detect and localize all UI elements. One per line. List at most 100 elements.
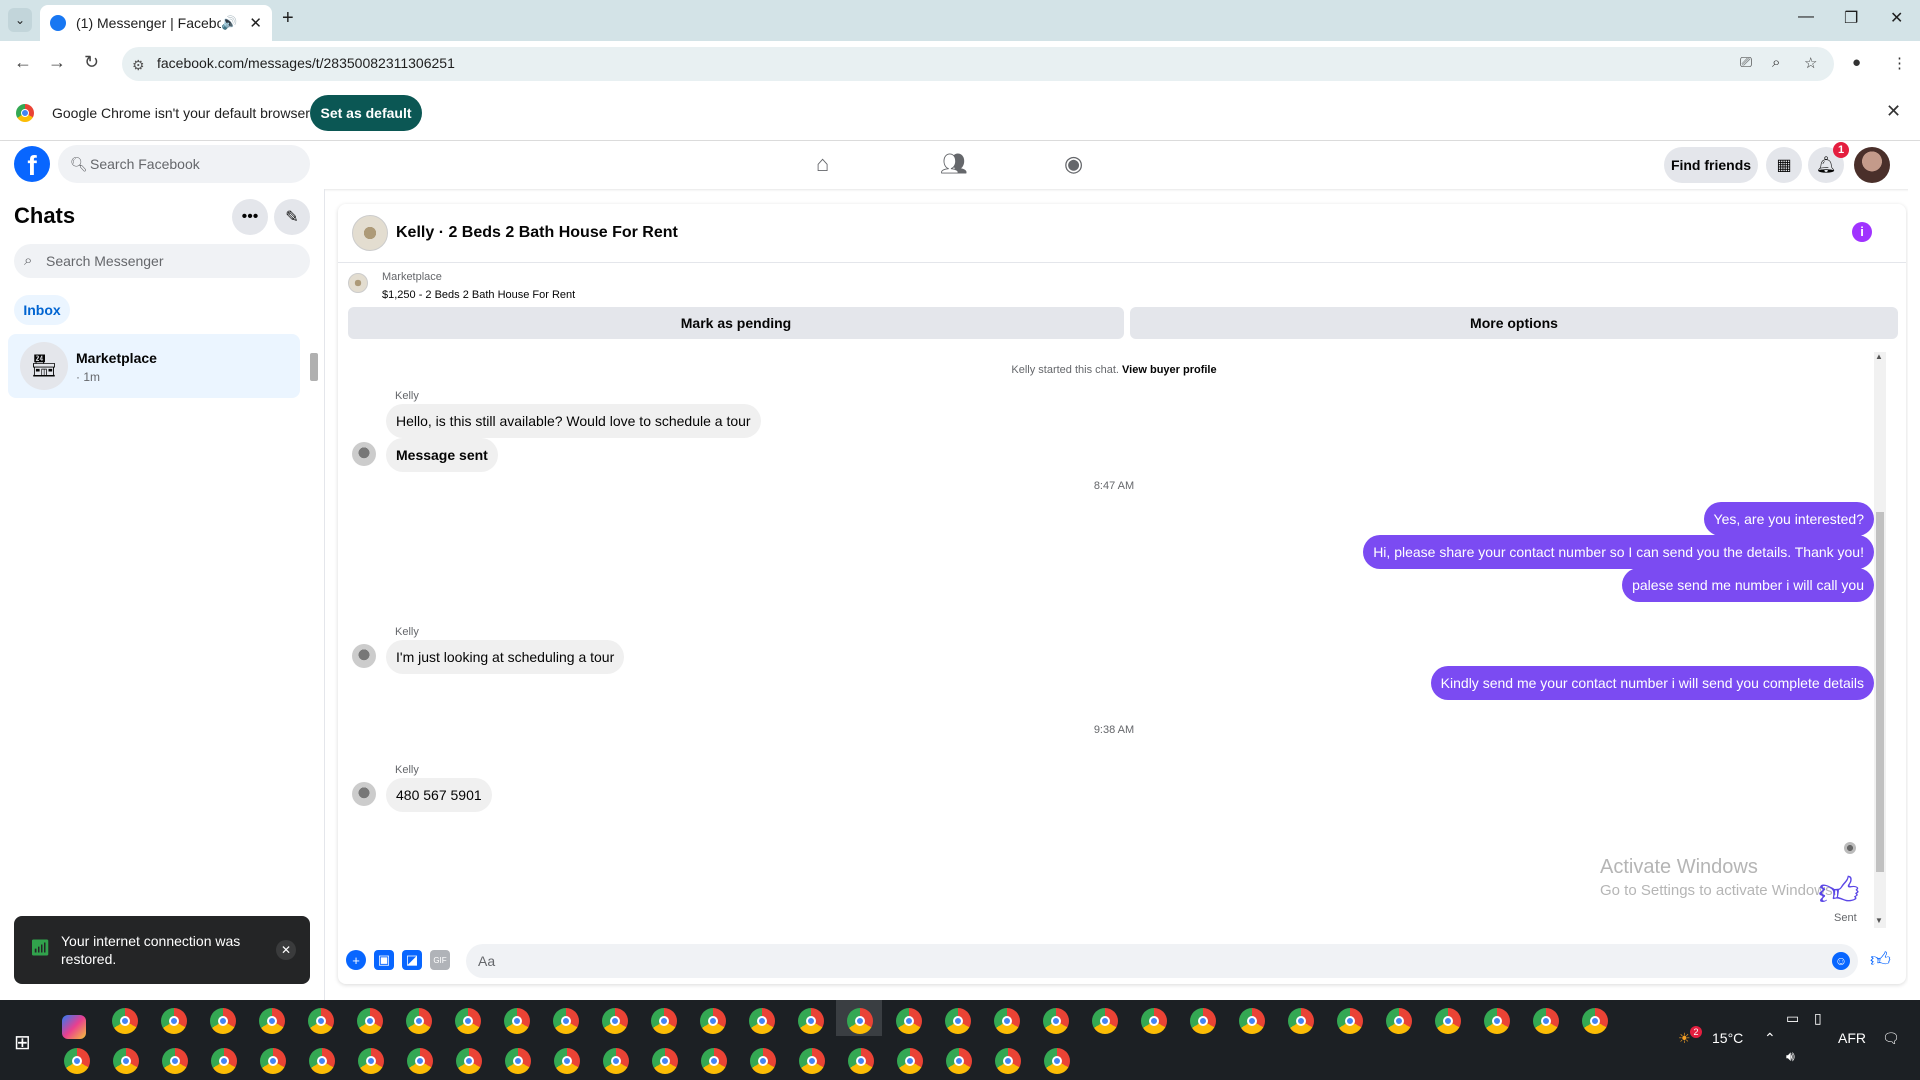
chrome-taskbar-icon[interactable] bbox=[211, 1048, 237, 1074]
chrome-taskbar-icon[interactable] bbox=[798, 1008, 824, 1034]
listing-avatar[interactable] bbox=[352, 215, 388, 251]
friends-icon[interactable]: 👥︎ bbox=[940, 151, 968, 177]
sender-avatar[interactable] bbox=[352, 442, 376, 466]
back-icon[interactable]: ← bbox=[14, 52, 32, 73]
chat-list-scrollbar[interactable] bbox=[309, 339, 319, 389]
page-scrollbar[interactable] bbox=[1908, 141, 1920, 1000]
scroll-thumb[interactable] bbox=[1876, 512, 1884, 872]
chrome-menu-icon[interactable]: ⋮ bbox=[1892, 54, 1907, 72]
facebook-search-input[interactable]: 🔍︎ Search Facebook bbox=[58, 145, 310, 183]
device-icon[interactable]: ▯ bbox=[1814, 1010, 1822, 1027]
sender-avatar[interactable] bbox=[352, 782, 376, 806]
sender-avatar[interactable] bbox=[352, 644, 376, 668]
chrome-taskbar-icon[interactable] bbox=[456, 1048, 482, 1074]
chrome-taskbar-icon[interactable] bbox=[847, 1008, 873, 1034]
chrome-taskbar-icon[interactable] bbox=[701, 1048, 727, 1074]
chat-list-item[interactable]: 🏪︎ Marketplace · 1m bbox=[8, 334, 300, 398]
chrome-taskbar-icon[interactable] bbox=[994, 1008, 1020, 1034]
chrome-taskbar-icon[interactable] bbox=[259, 1008, 285, 1034]
listing-thumbnail[interactable] bbox=[348, 273, 368, 293]
notification-center-icon[interactable]: 🗨︎ bbox=[1882, 1030, 1900, 1047]
conversation-title[interactable]: Kelly · 2 Beds 2 Bath House For Rent bbox=[396, 224, 678, 242]
chrome-taskbar-icon[interactable] bbox=[358, 1048, 384, 1074]
chrome-taskbar-icon[interactable] bbox=[1239, 1008, 1265, 1034]
network-icon[interactable]: ▭ bbox=[1786, 1010, 1799, 1027]
emoji-icon[interactable]: ☺ bbox=[1832, 952, 1850, 970]
minimize-icon[interactable]: — bbox=[1798, 8, 1814, 26]
chrome-taskbar-icon[interactable] bbox=[1044, 1048, 1070, 1074]
chrome-taskbar-icon[interactable] bbox=[1337, 1008, 1363, 1034]
chrome-taskbar-icon[interactable] bbox=[309, 1048, 335, 1074]
gif-icon[interactable]: GIF bbox=[430, 950, 450, 970]
set-as-default-button[interactable]: Set as default bbox=[310, 95, 422, 131]
chrome-taskbar-icon[interactable] bbox=[700, 1008, 726, 1034]
new-message-icon[interactable]: ✎ bbox=[274, 199, 310, 235]
audio-playing-icon[interactable]: 🔊 bbox=[221, 15, 237, 31]
chat-options-icon[interactable]: ••• bbox=[232, 199, 268, 235]
chrome-taskbar-icon[interactable] bbox=[406, 1008, 432, 1034]
install-app-icon[interactable]: ⎚ bbox=[1740, 54, 1752, 71]
chrome-taskbar-icon[interactable] bbox=[455, 1008, 481, 1034]
home-icon[interactable]: ⌂ bbox=[816, 151, 829, 177]
chrome-taskbar-icon[interactable] bbox=[1533, 1008, 1559, 1034]
chrome-taskbar-icon[interactable] bbox=[945, 1008, 971, 1034]
send-like-icon[interactable]: 👍︎ bbox=[1870, 948, 1891, 972]
groups-icon[interactable]: ◉ bbox=[1064, 151, 1083, 177]
chrome-taskbar-icon[interactable] bbox=[1435, 1008, 1461, 1034]
url-text[interactable]: facebook.com/messages/t/2835008231130625… bbox=[157, 55, 455, 71]
restore-icon[interactable]: ❐ bbox=[1844, 8, 1858, 28]
chrome-taskbar-icon[interactable] bbox=[357, 1008, 383, 1034]
outgoing-message[interactable]: Hi, please share your contact number so … bbox=[1363, 535, 1874, 569]
view-buyer-profile-link[interactable]: View buyer profile bbox=[1122, 364, 1217, 376]
outgoing-message[interactable]: palese send me number i will call you bbox=[1622, 568, 1874, 602]
tray-chevron-icon[interactable]: ⌃ bbox=[1764, 1030, 1776, 1047]
chrome-taskbar-icon[interactable] bbox=[554, 1048, 580, 1074]
photo-icon[interactable]: ▣ bbox=[374, 950, 394, 970]
weather-icon[interactable]: ☀ bbox=[1678, 1030, 1691, 1047]
chrome-taskbar-icon[interactable] bbox=[652, 1048, 678, 1074]
chrome-taskbar-icon[interactable] bbox=[260, 1048, 286, 1074]
browser-tab[interactable]: (1) Messenger | Facebook 🔊 ✕ bbox=[40, 5, 272, 41]
outgoing-message[interactable]: Yes, are you interested? bbox=[1703, 502, 1874, 536]
chrome-taskbar-icon[interactable] bbox=[602, 1008, 628, 1034]
chrome-taskbar-icon[interactable] bbox=[1288, 1008, 1314, 1034]
chrome-taskbar-icon[interactable] bbox=[112, 1008, 138, 1034]
sent-like-icon[interactable]: 👍︎ bbox=[1818, 868, 1860, 916]
chrome-taskbar-icon[interactable] bbox=[1484, 1008, 1510, 1034]
chrome-taskbar-icon[interactable] bbox=[995, 1048, 1021, 1074]
window-close-icon[interactable]: ✕ bbox=[1890, 8, 1903, 28]
plus-icon[interactable]: + bbox=[346, 950, 366, 970]
chrome-taskbar-icon[interactable] bbox=[553, 1008, 579, 1034]
chrome-taskbar-icon[interactable] bbox=[799, 1048, 825, 1074]
chrome-taskbar-icon[interactable] bbox=[407, 1048, 433, 1074]
menu-grid-icon[interactable]: ▦ bbox=[1766, 147, 1802, 183]
tab-search-dropdown-icon[interactable]: ⌄ bbox=[8, 8, 32, 32]
tab-close-icon[interactable]: ✕ bbox=[249, 14, 262, 32]
find-friends-button[interactable]: Find friends bbox=[1664, 147, 1758, 183]
chrome-taskbar-icon[interactable] bbox=[308, 1008, 334, 1034]
profile-icon[interactable]: ● bbox=[1852, 54, 1861, 71]
chrome-taskbar-icon[interactable] bbox=[210, 1008, 236, 1034]
site-info-icon[interactable]: ⚙ bbox=[132, 57, 145, 74]
incoming-message[interactable]: 480 567 5901 bbox=[386, 778, 492, 812]
chrome-taskbar-icon[interactable] bbox=[848, 1048, 874, 1074]
conversation-info-icon[interactable]: i bbox=[1852, 222, 1872, 242]
chrome-taskbar-icon[interactable] bbox=[162, 1048, 188, 1074]
chrome-taskbar-icon[interactable] bbox=[64, 1048, 90, 1074]
chrome-taskbar-icon[interactable] bbox=[603, 1048, 629, 1074]
messenger-search-input[interactable]: ⌕ Search Messenger bbox=[14, 244, 310, 278]
more-options-button[interactable]: More options bbox=[1130, 307, 1898, 339]
chrome-taskbar-icon[interactable] bbox=[1582, 1008, 1608, 1034]
new-tab-icon[interactable]: + bbox=[282, 7, 294, 30]
bookmark-star-icon[interactable]: ☆ bbox=[1804, 54, 1817, 72]
forward-icon[interactable]: → bbox=[48, 52, 66, 73]
thread-scrollbar[interactable]: ▲ ▼ bbox=[1874, 352, 1886, 928]
chrome-taskbar-icon[interactable] bbox=[113, 1048, 139, 1074]
chrome-taskbar-icon[interactable] bbox=[1092, 1008, 1118, 1034]
incoming-message[interactable]: Message sent bbox=[386, 438, 498, 472]
chrome-taskbar-icon[interactable] bbox=[896, 1008, 922, 1034]
chrome-taskbar-icon[interactable] bbox=[161, 1008, 187, 1034]
volume-icon[interactable]: 🔊︎ bbox=[1786, 1048, 1795, 1065]
reload-icon[interactable]: ↻ bbox=[84, 52, 99, 73]
chrome-taskbar-icon[interactable] bbox=[1190, 1008, 1216, 1034]
